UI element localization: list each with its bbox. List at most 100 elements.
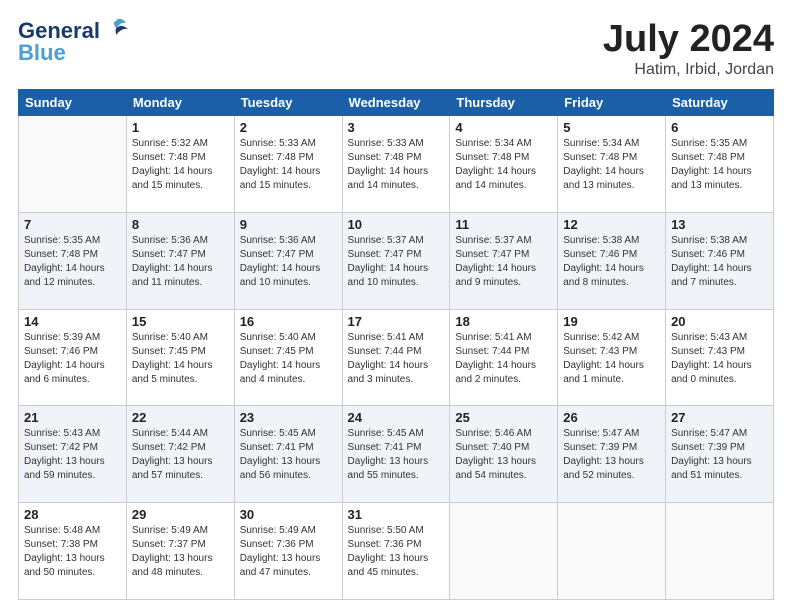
- day-number: 8: [132, 217, 229, 232]
- table-cell: 15 Sunrise: 5:40 AM Sunset: 7:45 PM Dayli…: [126, 309, 234, 406]
- table-cell: 14 Sunrise: 5:39 AM Sunset: 7:46 PM Dayli…: [19, 309, 127, 406]
- table-cell: 6Sunrise: 5:35 AM Sunset: 7:48 PM Daylig…: [666, 116, 774, 213]
- logo-bird-icon: [102, 15, 130, 43]
- day-info: Sunrise: 5:39 AM Sunset: 7:46 PM Dayligh…: [24, 331, 121, 387]
- day-info: Sunrise: 5:34 AM Sunset: 7:48 PM Dayligh…: [563, 137, 660, 193]
- table-cell: [558, 503, 666, 600]
- table-cell: 7 Sunrise: 5:35 AM Sunset: 7:48 PM Daylig…: [19, 212, 127, 309]
- day-info: Sunrise: 5:44 AM Sunset: 7:42 PM Dayligh…: [132, 427, 229, 483]
- day-number: 14: [24, 314, 121, 329]
- day-info: Sunrise: 5:33 AM Sunset: 7:48 PM Dayligh…: [240, 137, 337, 193]
- table-cell: 2 Sunrise: 5:33 AM Sunset: 7:48 PM Daylig…: [234, 116, 342, 213]
- table-cell: 10 Sunrise: 5:37 AM Sunset: 7:47 PM Dayli…: [342, 212, 450, 309]
- table-cell: [666, 503, 774, 600]
- day-info: Sunrise: 5:38 AM Sunset: 7:46 PM Dayligh…: [671, 234, 768, 290]
- header-thursday: Thursday: [450, 90, 558, 116]
- day-info: Sunrise: 5:37 AM Sunset: 7:47 PM Dayligh…: [348, 234, 445, 290]
- day-info: Sunrise: 5:38 AM Sunset: 7:46 PM Dayligh…: [563, 234, 660, 290]
- header-sunday: Sunday: [19, 90, 127, 116]
- day-number: 6: [671, 120, 768, 135]
- day-info: Sunrise: 5:41 AM Sunset: 7:44 PM Dayligh…: [455, 331, 552, 387]
- day-number: 21: [24, 410, 121, 425]
- day-number: 30: [240, 507, 337, 522]
- day-number: 25: [455, 410, 552, 425]
- day-info: Sunrise: 5:48 AM Sunset: 7:38 PM Dayligh…: [24, 524, 121, 580]
- table-cell: 8 Sunrise: 5:36 AM Sunset: 7:47 PM Daylig…: [126, 212, 234, 309]
- table-cell: 3 Sunrise: 5:33 AM Sunset: 7:48 PM Daylig…: [342, 116, 450, 213]
- logo: General Blue: [18, 18, 130, 66]
- day-number: 31: [348, 507, 445, 522]
- table-cell: 30 Sunrise: 5:49 AM Sunset: 7:36 PM Dayli…: [234, 503, 342, 600]
- day-number: 28: [24, 507, 121, 522]
- day-info: Sunrise: 5:41 AM Sunset: 7:44 PM Dayligh…: [348, 331, 445, 387]
- table-cell: 26Sunrise: 5:47 AM Sunset: 7:39 PM Dayli…: [558, 406, 666, 503]
- day-info: Sunrise: 5:33 AM Sunset: 7:48 PM Dayligh…: [348, 137, 445, 193]
- table-cell: [19, 116, 127, 213]
- table-cell: [450, 503, 558, 600]
- day-number: 2: [240, 120, 337, 135]
- weekday-header-row: Sunday Monday Tuesday Wednesday Thursday…: [19, 90, 774, 116]
- day-number: 5: [563, 120, 660, 135]
- table-cell: 19 Sunrise: 5:42 AM Sunset: 7:43 PM Dayli…: [558, 309, 666, 406]
- day-info: Sunrise: 5:36 AM Sunset: 7:47 PM Dayligh…: [132, 234, 229, 290]
- table-cell: 21 Sunrise: 5:43 AM Sunset: 7:42 PM Dayli…: [19, 406, 127, 503]
- day-number: 12: [563, 217, 660, 232]
- table-cell: 24 Sunrise: 5:45 AM Sunset: 7:41 PM Dayli…: [342, 406, 450, 503]
- day-info: Sunrise: 5:37 AM Sunset: 7:47 PM Dayligh…: [455, 234, 552, 290]
- day-info: Sunrise: 5:35 AM Sunset: 7:48 PM Dayligh…: [24, 234, 121, 290]
- header-monday: Monday: [126, 90, 234, 116]
- day-number: 9: [240, 217, 337, 232]
- title-area: July 2024 Hatim, Irbid, Jordan: [603, 18, 774, 79]
- day-number: 4: [455, 120, 552, 135]
- day-info: Sunrise: 5:43 AM Sunset: 7:42 PM Dayligh…: [24, 427, 121, 483]
- page: General Blue July 2024 Hatim, Irbid, Jor…: [0, 0, 792, 612]
- table-cell: 28 Sunrise: 5:48 AM Sunset: 7:38 PM Dayli…: [19, 503, 127, 600]
- day-number: 23: [240, 410, 337, 425]
- day-info: Sunrise: 5:45 AM Sunset: 7:41 PM Dayligh…: [348, 427, 445, 483]
- table-cell: 4 Sunrise: 5:34 AM Sunset: 7:48 PM Daylig…: [450, 116, 558, 213]
- week-row-5: 28 Sunrise: 5:48 AM Sunset: 7:38 PM Dayli…: [19, 503, 774, 600]
- header: General Blue July 2024 Hatim, Irbid, Jor…: [18, 18, 774, 79]
- day-number: 13: [671, 217, 768, 232]
- day-number: 29: [132, 507, 229, 522]
- week-row-3: 14 Sunrise: 5:39 AM Sunset: 7:46 PM Dayli…: [19, 309, 774, 406]
- day-info: Sunrise: 5:34 AM Sunset: 7:48 PM Dayligh…: [455, 137, 552, 193]
- day-number: 3: [348, 120, 445, 135]
- table-cell: 11 Sunrise: 5:37 AM Sunset: 7:47 PM Dayli…: [450, 212, 558, 309]
- header-friday: Friday: [558, 90, 666, 116]
- table-cell: 29 Sunrise: 5:49 AM Sunset: 7:37 PM Dayli…: [126, 503, 234, 600]
- header-tuesday: Tuesday: [234, 90, 342, 116]
- day-number: 15: [132, 314, 229, 329]
- day-info: Sunrise: 5:47 AM Sunset: 7:39 PM Dayligh…: [563, 427, 660, 483]
- day-number: 18: [455, 314, 552, 329]
- table-cell: 31Sunrise: 5:50 AM Sunset: 7:36 PM Dayli…: [342, 503, 450, 600]
- week-row-4: 21 Sunrise: 5:43 AM Sunset: 7:42 PM Dayli…: [19, 406, 774, 503]
- day-info: Sunrise: 5:45 AM Sunset: 7:41 PM Dayligh…: [240, 427, 337, 483]
- table-cell: 13 Sunrise: 5:38 AM Sunset: 7:46 PM Dayli…: [666, 212, 774, 309]
- day-number: 10: [348, 217, 445, 232]
- day-info: Sunrise: 5:49 AM Sunset: 7:36 PM Dayligh…: [240, 524, 337, 580]
- day-info: Sunrise: 5:43 AM Sunset: 7:43 PM Dayligh…: [671, 331, 768, 387]
- table-cell: 9 Sunrise: 5:36 AM Sunset: 7:47 PM Daylig…: [234, 212, 342, 309]
- day-number: 11: [455, 217, 552, 232]
- table-cell: 25 Sunrise: 5:46 AM Sunset: 7:40 PM Dayli…: [450, 406, 558, 503]
- day-number: 16: [240, 314, 337, 329]
- day-number: 17: [348, 314, 445, 329]
- day-info: Sunrise: 5:42 AM Sunset: 7:43 PM Dayligh…: [563, 331, 660, 387]
- day-info: Sunrise: 5:36 AM Sunset: 7:47 PM Dayligh…: [240, 234, 337, 290]
- day-number: 7: [24, 217, 121, 232]
- day-number: 22: [132, 410, 229, 425]
- day-info: Sunrise: 5:46 AM Sunset: 7:40 PM Dayligh…: [455, 427, 552, 483]
- day-info: Sunrise: 5:40 AM Sunset: 7:45 PM Dayligh…: [132, 331, 229, 387]
- table-cell: 23 Sunrise: 5:45 AM Sunset: 7:41 PM Dayli…: [234, 406, 342, 503]
- day-info: Sunrise: 5:47 AM Sunset: 7:39 PM Dayligh…: [671, 427, 768, 483]
- calendar-table: Sunday Monday Tuesday Wednesday Thursday…: [18, 89, 774, 600]
- table-cell: 22 Sunrise: 5:44 AM Sunset: 7:42 PM Dayli…: [126, 406, 234, 503]
- day-info: Sunrise: 5:49 AM Sunset: 7:37 PM Dayligh…: [132, 524, 229, 580]
- table-cell: 16Sunrise: 5:40 AM Sunset: 7:45 PM Dayli…: [234, 309, 342, 406]
- day-number: 19: [563, 314, 660, 329]
- header-saturday: Saturday: [666, 90, 774, 116]
- day-number: 24: [348, 410, 445, 425]
- month-title: July 2024: [603, 18, 774, 61]
- table-cell: 17 Sunrise: 5:41 AM Sunset: 7:44 PM Dayli…: [342, 309, 450, 406]
